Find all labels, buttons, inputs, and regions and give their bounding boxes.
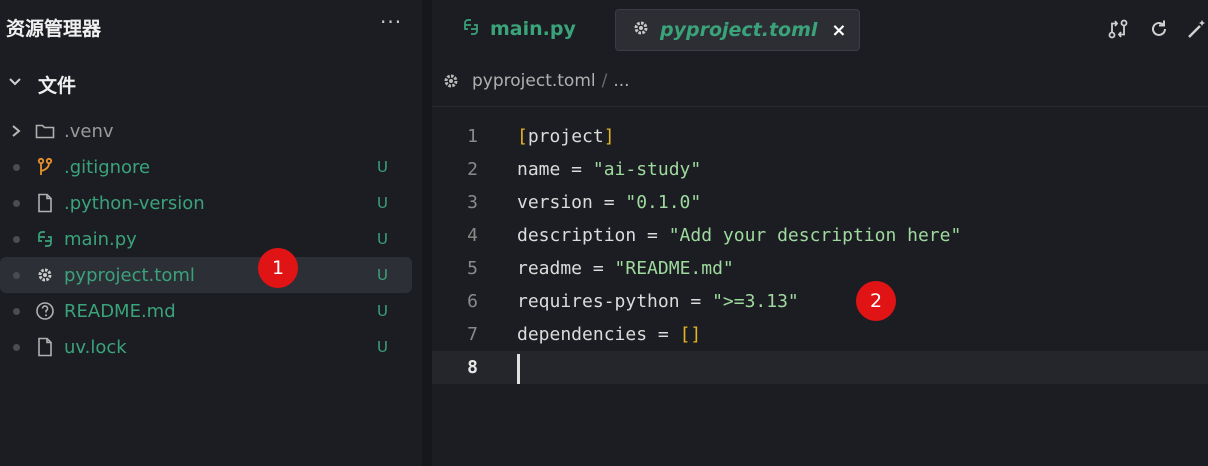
tab-main-py[interactable]: main.py <box>462 9 576 49</box>
tab-label: main.py <box>490 18 576 40</box>
python-icon <box>462 18 480 40</box>
tree-item-main-py[interactable]: main.py U <box>0 221 412 257</box>
tab-label: pyproject.toml <box>660 19 818 41</box>
line-number: 3 <box>467 192 478 213</box>
code-text: description = "Add your description here… <box>517 225 962 246</box>
code-line: 6 requires-python = ">=3.13" <box>432 285 1208 318</box>
line-number: 7 <box>467 324 478 345</box>
explorer-sidebar: 资源管理器 ··· 文件 .venv .gitignore U .python-… <box>0 0 422 466</box>
status-dot <box>12 163 20 171</box>
tree-item-label: .python-version <box>64 192 205 214</box>
divider <box>432 106 1208 107</box>
annotation-marker-2: 2 <box>856 281 896 321</box>
sidebar-resize-handle[interactable] <box>422 0 432 466</box>
magic-wand-icon[interactable] <box>1184 16 1208 42</box>
git-branch-icon <box>32 157 58 177</box>
code-line: 7 dependencies = [] <box>432 318 1208 351</box>
line-number: 2 <box>467 159 478 180</box>
tab-pyproject-toml[interactable]: pyproject.toml × <box>615 9 860 51</box>
help-circle-icon <box>32 301 58 321</box>
chevron-right-icon <box>0 124 32 138</box>
breadcrumb: pyproject.toml / ... <box>442 68 630 94</box>
tree-item-label: .venv <box>64 120 114 142</box>
code-line: 4 description = "Add your description he… <box>432 219 1208 252</box>
code-line-current: 8 <box>432 351 1208 384</box>
status-dot <box>12 271 20 279</box>
breadcrumb-more[interactable]: ... <box>613 71 629 91</box>
code-line: 2 name = "ai-study" <box>432 153 1208 186</box>
folder-files-toggle[interactable]: 文件 <box>8 70 76 98</box>
git-status-badge: U <box>377 158 388 176</box>
git-status-badge: U <box>377 230 388 248</box>
code-text: [project] <box>517 126 615 147</box>
tree-item-pyproject-toml[interactable]: pyproject.toml U <box>0 257 412 293</box>
breadcrumb-separator: / <box>601 71 608 91</box>
python-icon <box>32 230 58 248</box>
tree-item-label: README.md <box>64 300 176 322</box>
status-dot <box>12 199 20 207</box>
git-status-badge: U <box>377 266 388 284</box>
chevron-down-icon <box>8 75 26 93</box>
file-icon <box>32 337 58 357</box>
refresh-icon[interactable] <box>1146 16 1172 42</box>
line-number: 4 <box>467 225 478 246</box>
gear-icon <box>632 19 650 41</box>
compare-changes-icon[interactable] <box>1105 16 1131 42</box>
more-actions-button[interactable]: ··· <box>380 10 402 34</box>
code-editor[interactable]: 1 [project] 2 name = "ai-study" 3 versio… <box>432 120 1208 384</box>
tree-item-venv[interactable]: .venv <box>0 113 412 149</box>
explorer-title: 资源管理器 <box>6 18 102 40</box>
status-dot <box>12 343 20 351</box>
file-icon <box>32 193 58 213</box>
tree-item-readme-md[interactable]: README.md U <box>0 293 412 329</box>
tree-item-python-version[interactable]: .python-version U <box>0 185 412 221</box>
code-text: version = "0.1.0" <box>517 192 702 213</box>
code-text: requires-python = ">=3.13" <box>517 291 799 312</box>
code-text: name = "ai-study" <box>517 159 702 180</box>
status-dot <box>12 235 20 243</box>
close-icon[interactable]: × <box>831 20 846 41</box>
code-line: 1 [project] <box>432 120 1208 153</box>
text-cursor <box>517 354 520 384</box>
tree-item-label: uv.lock <box>64 336 127 358</box>
annotation-marker-1: 1 <box>258 248 298 288</box>
gear-icon <box>32 266 58 284</box>
code-text: readme = "README.md" <box>517 258 734 279</box>
folder-icon <box>32 122 58 140</box>
git-status-badge: U <box>377 194 388 212</box>
breadcrumb-file[interactable]: pyproject.toml <box>472 71 596 91</box>
line-number: 6 <box>467 291 478 312</box>
tree-item-label: main.py <box>64 228 137 250</box>
file-tree: .venv .gitignore U .python-version U mai… <box>0 113 412 365</box>
line-number: 1 <box>467 126 478 147</box>
git-status-badge: U <box>377 302 388 320</box>
gear-icon <box>442 72 460 90</box>
status-dot <box>12 307 20 315</box>
tree-item-uv-lock[interactable]: uv.lock U <box>0 329 412 365</box>
git-status-badge: U <box>377 338 388 356</box>
tab-bar: main.py pyproject.toml × <box>432 0 1208 60</box>
code-text: dependencies = [] <box>517 324 702 345</box>
code-line: 5 readme = "README.md" <box>432 252 1208 285</box>
editor-area: main.py pyproject.toml × pyproject.toml … <box>432 0 1208 466</box>
folder-label: 文件 <box>38 74 77 97</box>
line-number: 8 <box>467 357 478 378</box>
tree-item-label: .gitignore <box>64 156 151 178</box>
tree-item-label: pyproject.toml <box>64 264 195 286</box>
tree-item-gitignore[interactable]: .gitignore U <box>0 149 412 185</box>
line-number: 5 <box>467 258 478 279</box>
code-line: 3 version = "0.1.0" <box>432 186 1208 219</box>
